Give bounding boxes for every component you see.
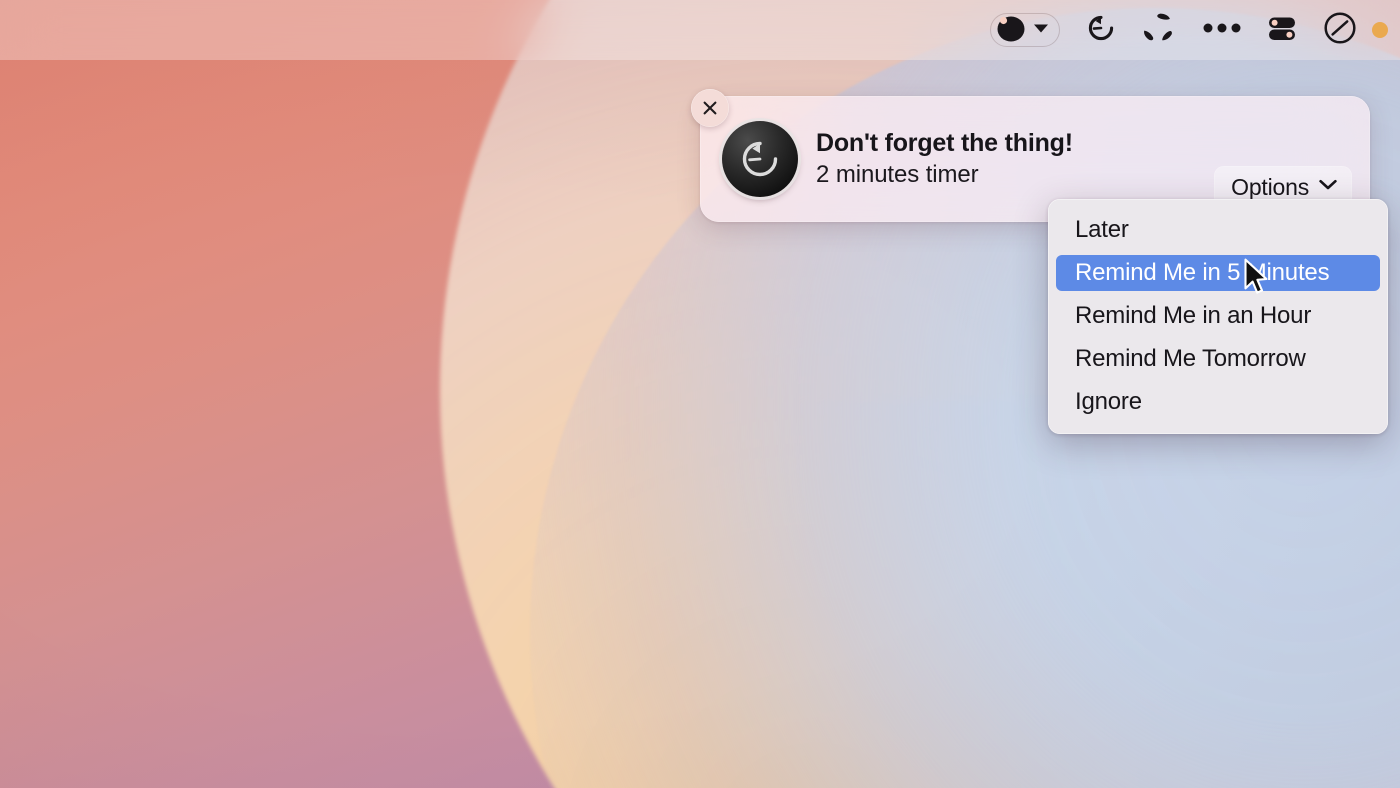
- timer-icon: [1084, 11, 1118, 50]
- desktop-screen: Don't forget the thing! 2 minutes timer …: [0, 0, 1400, 788]
- bartender-pill[interactable]: [990, 13, 1060, 47]
- blob-with-dot-icon: [996, 13, 1028, 48]
- menubar-item-more[interactable]: [1190, 11, 1254, 49]
- close-icon: [703, 101, 717, 115]
- control-center-toggles-icon: [1266, 12, 1298, 49]
- triangle-down-icon[interactable]: [1032, 21, 1050, 40]
- chevron-down-icon: [1318, 178, 1338, 196]
- menubar-item-app[interactable]: [1130, 11, 1190, 49]
- options-dropdown-menu[interactable]: Later Remind Me in 5 Minutes Remind Me i…: [1048, 199, 1388, 434]
- timer-app-icon: [722, 121, 798, 197]
- menubar-item-bartender[interactable]: [978, 11, 1072, 49]
- menu-item-remind-tomorrow[interactable]: Remind Me Tomorrow: [1056, 341, 1380, 377]
- menubar-item-control-center[interactable]: [1254, 11, 1310, 49]
- options-button-label: Options: [1231, 173, 1309, 200]
- ellipsis-icon: [1202, 21, 1242, 40]
- menubar-item-timer[interactable]: [1072, 11, 1130, 49]
- menubar-item-siri[interactable]: [1310, 11, 1370, 49]
- menu-bar: [0, 0, 1400, 60]
- notification-close-button[interactable]: [691, 89, 729, 127]
- menu-item-remind-5-minutes[interactable]: Remind Me in 5 Minutes: [1056, 255, 1380, 291]
- menu-item-remind-an-hour[interactable]: Remind Me in an Hour: [1056, 298, 1380, 334]
- menu-item-ignore[interactable]: Ignore: [1056, 384, 1380, 420]
- notification-title: Don't forget the thing!: [816, 128, 1073, 157]
- menu-item-later[interactable]: Later: [1056, 212, 1380, 248]
- circle-slash-icon: [1322, 10, 1358, 51]
- orange-dot-icon: [1372, 22, 1388, 38]
- triskelion-icon: [1142, 11, 1178, 50]
